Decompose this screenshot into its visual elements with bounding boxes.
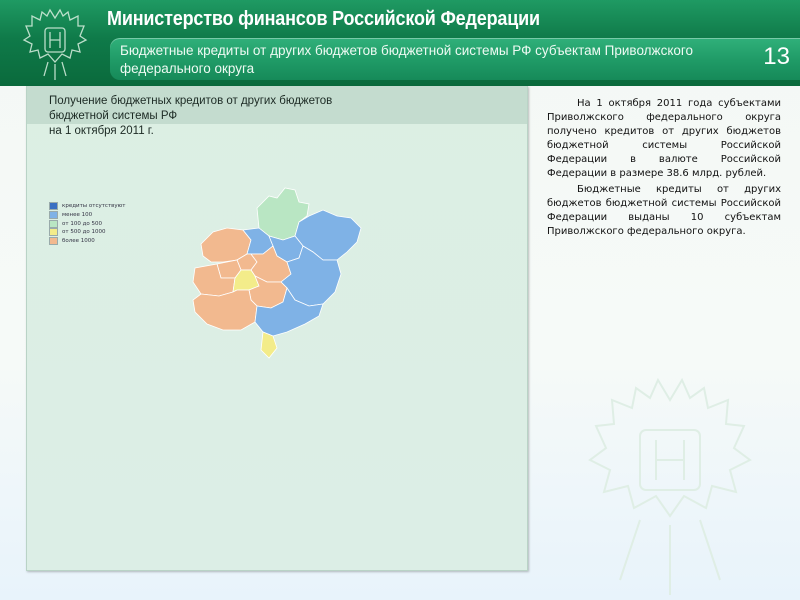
slide-title: Бюджетные кредиты от других бюджетов бюд… <box>120 43 694 76</box>
district-map-svg <box>192 187 362 359</box>
legend-item: кредиты отсутствуют <box>49 202 125 210</box>
district-map <box>37 136 387 376</box>
legend-swatch <box>49 219 58 228</box>
ministry-emblem-icon <box>22 8 88 80</box>
slide-title-banner: Бюджетные кредиты от других бюджетов бюд… <box>110 38 800 80</box>
map-panel-title: Получение бюджетных кредитов от других б… <box>49 95 333 137</box>
legend-item: менее 100 <box>49 210 125 219</box>
header-bar: Министерство финансов Российской Федерац… <box>0 0 800 86</box>
emblem-watermark-icon <box>588 377 752 595</box>
map-legend: кредиты отсутствуют менее 100 от 100 до 50… <box>49 202 125 246</box>
legend-label: кредиты отсутствуют <box>62 203 126 209</box>
legend-label: менее 100 <box>62 211 93 218</box>
summary-paragraph-1: На 1 октября 2011 года субъектами Привол… <box>547 98 781 179</box>
slide-number: 13 <box>763 43 790 70</box>
legend-label: от 100 до 500 <box>62 220 102 227</box>
legend-item: более 1000 <box>49 237 125 246</box>
region-saratov <box>192 289 258 331</box>
summary-text: На 1 октября 2011 года субъектами Привол… <box>547 97 781 241</box>
legend-swatch <box>49 228 58 237</box>
legend-item: от 500 до 1000 <box>49 228 125 237</box>
legend-item: от 100 до 500 <box>49 219 125 228</box>
legend-swatch <box>49 210 58 219</box>
ministry-name: Министерство финансов Российской Федерац… <box>107 8 540 30</box>
legend-label: более 1000 <box>62 238 95 245</box>
legend-label: от 500 до 1000 <box>62 229 106 236</box>
summary-paragraph-2: Бюджетные кредиты от других бюджетов бюд… <box>547 184 781 237</box>
map-panel: Получение бюджетных кредитов от других б… <box>26 86 528 571</box>
legend-swatch <box>49 202 58 210</box>
legend-swatch <box>49 237 58 246</box>
